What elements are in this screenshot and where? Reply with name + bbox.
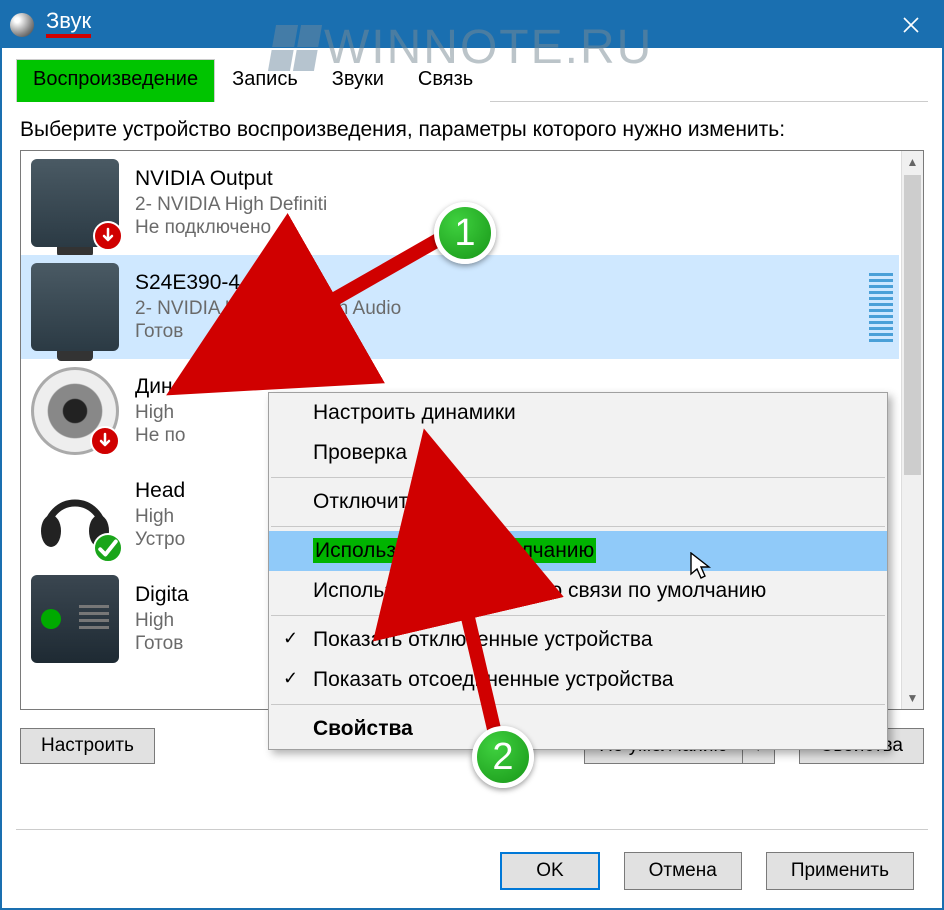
speaker-app-icon — [10, 13, 34, 37]
bubble-number: 2 — [492, 736, 513, 779]
device-name: Дина — [135, 374, 185, 400]
configure-button[interactable]: Настроить — [20, 728, 155, 764]
context-menu: Настроить динамики Проверка Отключить Ис… — [268, 392, 888, 750]
spdif-icon — [31, 575, 119, 663]
monitor-icon — [31, 159, 119, 247]
tab-recording[interactable]: Запись — [215, 59, 315, 102]
titlebar: Звук — [2, 2, 942, 48]
separator — [16, 829, 928, 830]
device-driver: High — [135, 401, 185, 425]
default-badge-icon — [93, 533, 123, 563]
device-status: Готов — [135, 632, 189, 656]
dialog-buttons: OK Отмена Применить — [500, 852, 914, 890]
headphone-icon — [31, 471, 119, 559]
device-name: NVIDIA Output — [135, 166, 327, 192]
apply-button[interactable]: Применить — [766, 852, 914, 890]
scroll-thumb[interactable] — [904, 175, 921, 475]
disconnected-badge-icon — [93, 221, 123, 251]
tab-playback[interactable]: Воспроизведение — [16, 59, 215, 102]
tab-strip: Воспроизведение Запись Звуки Связь — [16, 58, 928, 102]
device-driver: High — [135, 505, 185, 529]
bubble-number: 1 — [454, 212, 475, 255]
menu-show-disconnected[interactable]: Показать отсоединенные устройства — [269, 660, 887, 700]
close-button[interactable] — [888, 2, 934, 48]
instruction-text: Выберите устройство воспроизведения, пар… — [20, 116, 924, 144]
speaker-icon — [31, 367, 119, 455]
window-title: Звук — [46, 8, 91, 38]
device-name: Head — [135, 478, 185, 504]
menu-properties[interactable]: Свойства — [269, 709, 887, 749]
menu-show-disabled[interactable]: Показать отключенные устройства — [269, 620, 887, 660]
menu-item-label: Использовать по умолчанию — [313, 538, 596, 563]
tab-communications[interactable]: Связь — [401, 59, 490, 102]
cursor-icon — [690, 552, 712, 580]
scroll-up-icon[interactable]: ▲ — [902, 151, 923, 173]
menu-separator — [271, 704, 885, 705]
disconnected-badge-icon — [90, 426, 120, 456]
menu-set-default-comm[interactable]: Использовать устройство связи по умолчан… — [269, 571, 887, 611]
ok-button[interactable]: OK — [500, 852, 599, 890]
device-status: Устро — [135, 528, 185, 552]
menu-set-default[interactable]: Использовать по умолчанию — [269, 531, 887, 571]
menu-disable[interactable]: Отключить — [269, 482, 887, 522]
device-status: Не подключено — [135, 216, 327, 240]
sound-window: Звук WINNOTE.RU Воспроизведение Запись З… — [0, 0, 944, 910]
menu-separator — [271, 477, 885, 478]
device-name: Digita — [135, 582, 189, 608]
device-s24e390[interactable]: S24E390-4 2- NVIDIA High Definition Audi… — [21, 255, 899, 359]
device-status: Готов — [135, 320, 401, 344]
menu-separator — [271, 615, 885, 616]
device-status: Не по — [135, 424, 185, 448]
scrollbar[interactable]: ▲ ▼ — [901, 151, 923, 709]
device-driver: 2- NVIDIA High Definiti — [135, 193, 327, 217]
annotation-bubble-2: 2 — [472, 726, 534, 788]
cancel-button[interactable]: Отмена — [624, 852, 742, 890]
scroll-down-icon[interactable]: ▼ — [902, 687, 923, 709]
scroll-track[interactable] — [902, 173, 923, 687]
device-name: S24E390-4 — [135, 270, 401, 296]
menu-separator — [271, 526, 885, 527]
menu-test[interactable]: Проверка — [269, 433, 887, 473]
device-driver: 2- NVIDIA High Definition Audio — [135, 297, 401, 321]
close-icon — [902, 16, 920, 34]
monitor-icon — [31, 263, 119, 351]
device-driver: High — [135, 609, 189, 633]
menu-configure-speakers[interactable]: Настроить динамики — [269, 393, 887, 433]
level-meter-icon — [869, 273, 893, 343]
tab-sounds[interactable]: Звуки — [315, 59, 401, 102]
annotation-bubble-1: 1 — [434, 202, 496, 264]
